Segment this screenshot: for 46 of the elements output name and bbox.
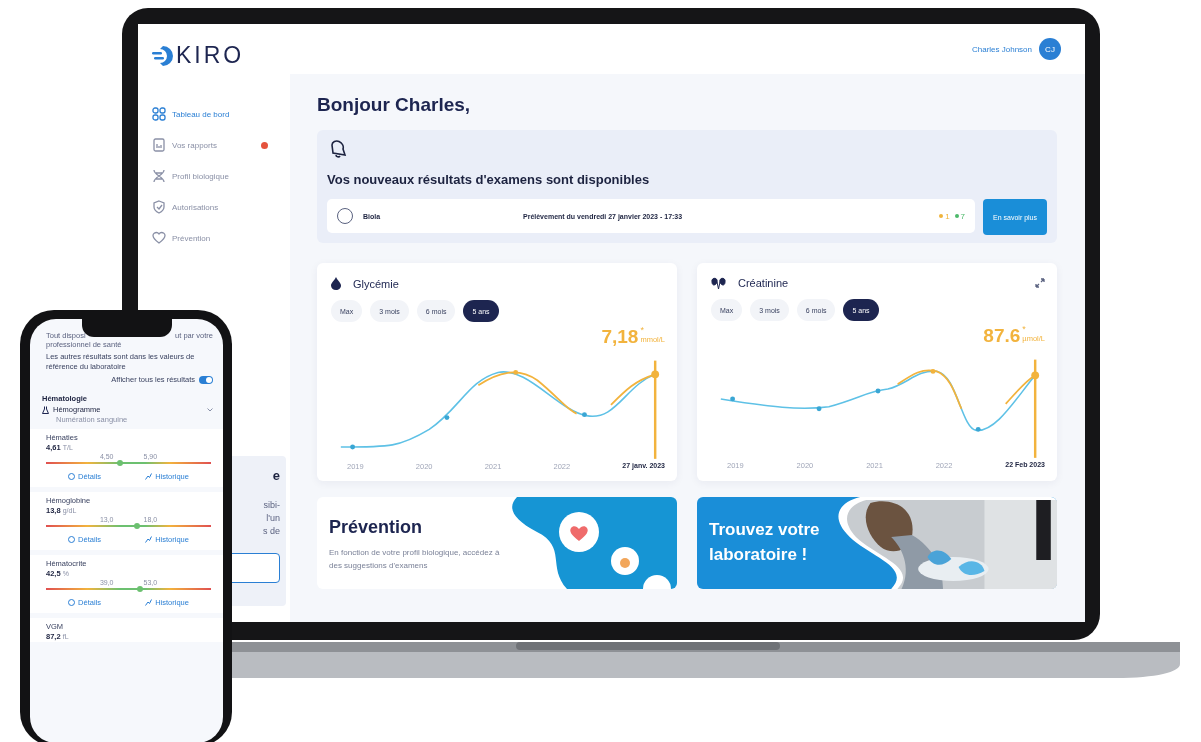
info-icon bbox=[68, 473, 76, 480]
bell-icon bbox=[329, 140, 347, 158]
sidebar-item[interactable]: Prévention bbox=[152, 231, 268, 245]
promo-title: Prévention bbox=[329, 517, 424, 538]
dna-icon bbox=[152, 169, 166, 183]
report-icon bbox=[152, 138, 166, 152]
sidebar-item[interactable]: Tableau de bord bbox=[152, 107, 268, 121]
trend-icon bbox=[145, 599, 153, 606]
result-count: 7 bbox=[954, 211, 966, 221]
sidebar-item[interactable]: Vos rapports bbox=[152, 138, 268, 152]
card-text: e bbox=[272, 468, 280, 483]
promo-title: Trouvez votre laboratoire ! bbox=[708, 519, 821, 566]
latest-value: 87.6 bbox=[983, 325, 1021, 347]
kidney-icon bbox=[711, 277, 726, 289]
card-text: s de bbox=[263, 526, 280, 536]
shield-icon bbox=[152, 200, 166, 214]
notification-title: Vos nouveaux résultats d'examens sont disponibles bbox=[327, 172, 651, 187]
user-avatar[interactable]: CJ bbox=[1039, 38, 1061, 60]
chevron-icon bbox=[207, 407, 213, 412]
logo-text: KIRO bbox=[176, 42, 245, 69]
value-marker: * bbox=[640, 326, 645, 335]
flask-icon bbox=[42, 405, 49, 414]
chart-title: Créatinine bbox=[738, 277, 790, 289]
toggle-switch[interactable] bbox=[199, 375, 213, 384]
user-name: Charles Johnson bbox=[971, 44, 1032, 54]
prevention-card[interactable]: Prévention En fonction de votre profil biologique, accédez à des suggestions d'examens bbox=[317, 497, 677, 589]
latest-value: 7,18 bbox=[601, 326, 639, 348]
trend-icon bbox=[145, 473, 153, 480]
expand-icon[interactable] bbox=[1035, 278, 1045, 288]
chart-title: Glycémie bbox=[353, 277, 400, 290]
sidebar-item[interactable]: Profil biologique bbox=[152, 169, 268, 183]
card-text: l'un bbox=[266, 513, 280, 523]
grid-icon bbox=[152, 107, 166, 121]
trend-icon bbox=[145, 536, 153, 543]
find-lab-card[interactable]: Trouvez votre laboratoire ! bbox=[697, 497, 1057, 589]
result-count: 1 bbox=[939, 211, 950, 221]
info-icon bbox=[68, 536, 76, 543]
heart-icon bbox=[152, 231, 166, 245]
value-marker: * bbox=[1022, 325, 1027, 334]
logo-icon bbox=[152, 45, 174, 66]
sidebar-item[interactable]: Autorisations bbox=[152, 200, 268, 214]
promo-text: En fonction de votre profil biologique, accédez à des suggestions d'examens bbox=[329, 547, 501, 572]
info-icon bbox=[68, 599, 76, 606]
drop-icon bbox=[331, 277, 341, 290]
greeting-heading: Bonjour Charles, bbox=[317, 94, 472, 116]
card-text: sibi- bbox=[263, 500, 280, 510]
